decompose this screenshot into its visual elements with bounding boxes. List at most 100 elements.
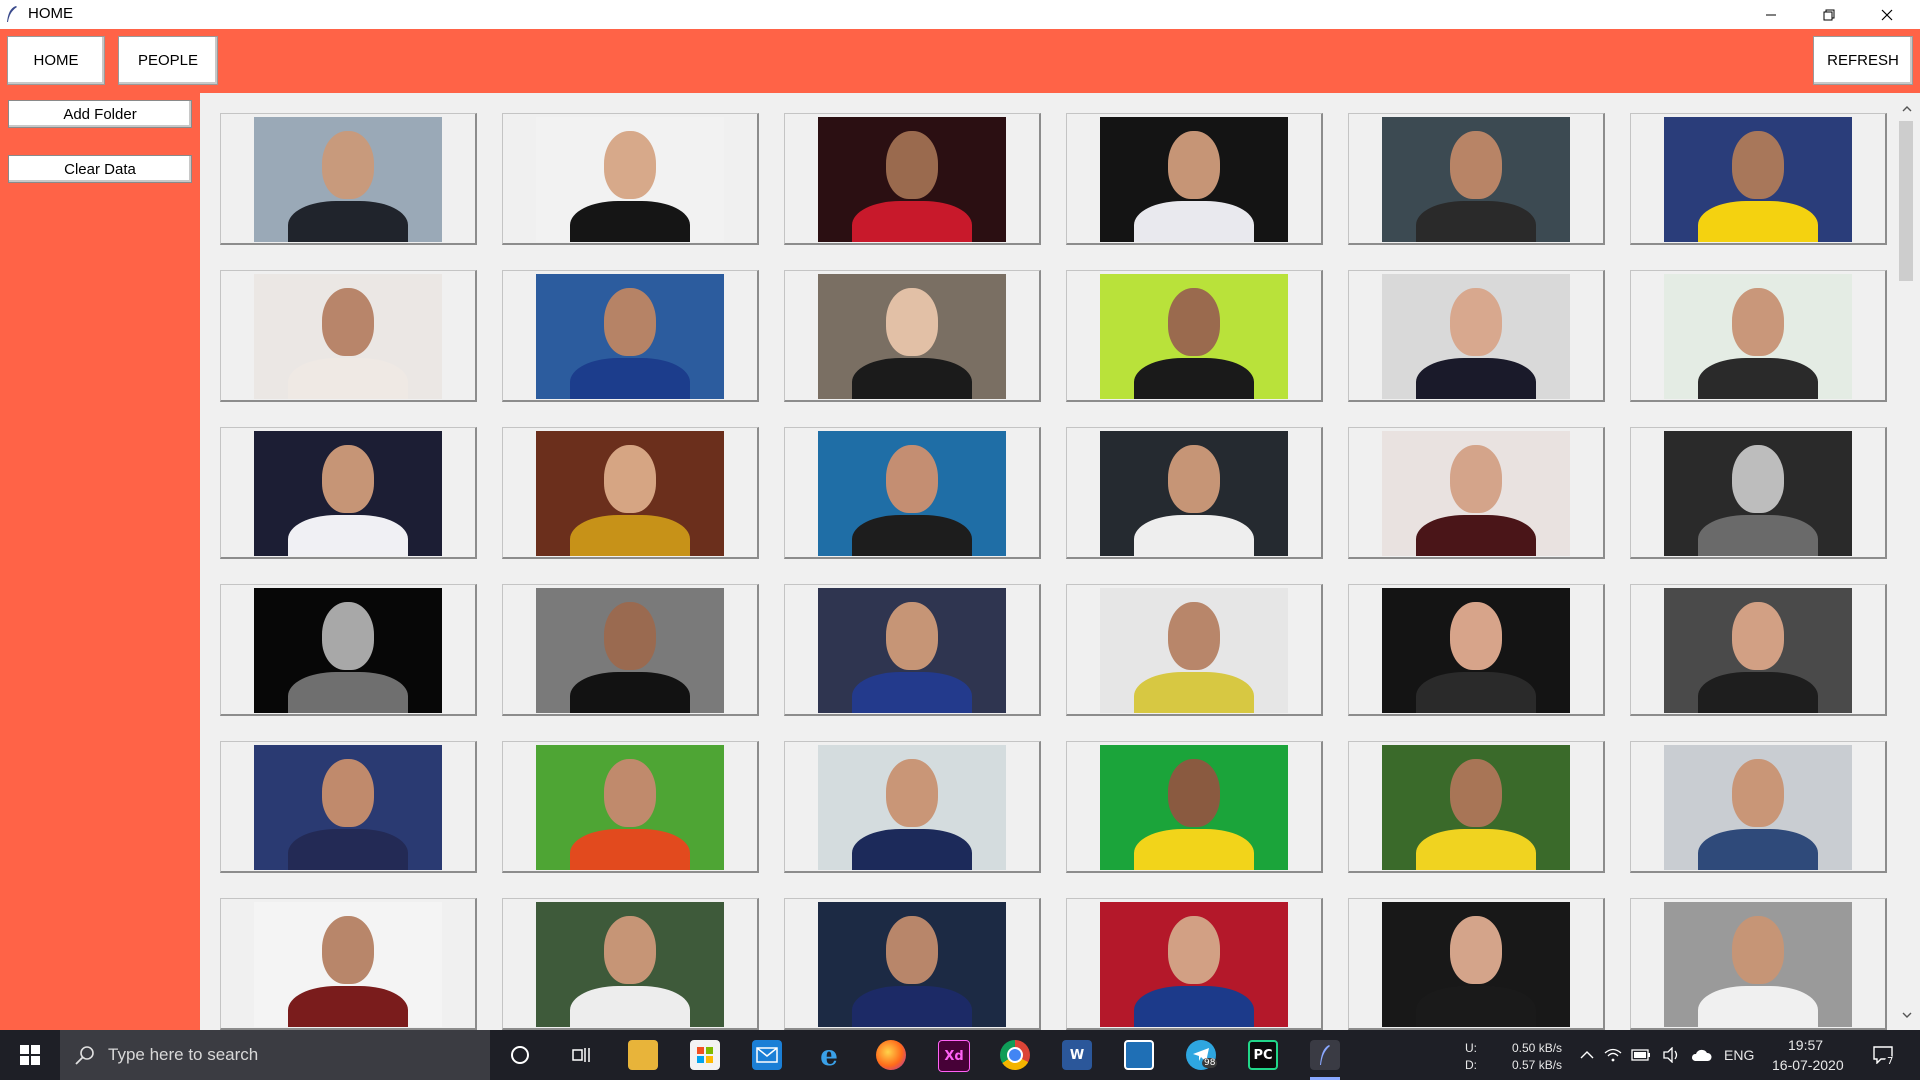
scroll-up-arrow[interactable] [1894,99,1920,119]
photo-tile[interactable] [1066,584,1323,716]
app-icon[interactable] [1124,1040,1154,1070]
photo-tile[interactable] [784,270,1041,402]
photo-tile[interactable] [220,898,477,1030]
photo-tile[interactable] [1348,427,1605,559]
person-photo [254,431,442,556]
photo-tile[interactable] [220,741,477,873]
photo-tile[interactable] [1348,741,1605,873]
photo-figure-body [1416,358,1536,399]
person-photo [536,274,724,399]
photo-tile[interactable] [502,898,759,1030]
photo-tile[interactable] [1066,741,1323,873]
active-app-feather-icon[interactable] [1310,1040,1340,1070]
photo-tile[interactable] [1630,270,1887,402]
person-photo [1664,117,1852,242]
close-button[interactable] [1858,0,1916,29]
photo-tile[interactable] [1630,427,1887,559]
telegram-icon[interactable]: 98 [1186,1040,1218,1070]
clock-time[interactable]: 19:57 [1788,1037,1823,1053]
photo-figure-body [1698,986,1818,1027]
photo-figure-head [1732,759,1784,827]
person-photo [254,588,442,713]
home-button[interactable]: HOME [7,36,105,85]
photo-tile[interactable] [1630,898,1887,1030]
photo-figure-head [1450,288,1502,356]
photo-figure-head [604,916,656,984]
language-indicator[interactable]: ENG [1724,1047,1754,1063]
adobe-xd-icon[interactable]: Xd [938,1040,970,1072]
close-icon [1881,9,1893,20]
task-view-icon[interactable] [566,1040,596,1070]
notification-center-icon[interactable]: 7 [1868,1040,1898,1070]
battery-icon[interactable] [1626,1040,1656,1070]
photo-tile[interactable] [502,427,759,559]
person-photo [818,274,1006,399]
photo-tile[interactable] [1348,270,1605,402]
photo-figure-body [288,201,408,242]
mail-icon[interactable] [752,1040,782,1070]
microsoft-store-icon[interactable] [690,1040,720,1070]
person-photo [818,588,1006,713]
file-explorer-icon[interactable] [628,1040,658,1070]
person-photo [1664,431,1852,556]
photo-figure-body [570,672,690,713]
clock-date[interactable]: 16-07-2020 [1772,1057,1844,1073]
photo-tile[interactable] [784,427,1041,559]
firefox-icon[interactable] [876,1040,906,1070]
vertical-scrollbar[interactable] [1894,93,1920,1030]
search-placeholder: Type here to search [108,1045,259,1064]
scroll-thumb[interactable] [1899,121,1913,281]
photo-figure-body [570,358,690,399]
photo-tile[interactable] [502,270,759,402]
refresh-button[interactable]: REFRESH [1813,36,1913,85]
person-photo [1100,745,1288,870]
photo-figure-body [288,672,408,713]
wifi-icon[interactable] [1598,1040,1628,1070]
minimize-button[interactable] [1742,0,1800,29]
photo-tile[interactable] [220,584,477,716]
photo-tile[interactable] [220,427,477,559]
photo-tile[interactable] [1630,584,1887,716]
photo-figure-head [886,445,938,513]
photo-tile[interactable] [1630,741,1887,873]
photo-figure-head [604,445,656,513]
photo-tile[interactable] [784,741,1041,873]
people-button[interactable]: PEOPLE [118,36,218,85]
photo-tile[interactable] [502,113,759,245]
photo-figure-head [1168,916,1220,984]
restore-button[interactable] [1800,0,1858,29]
photo-figure-body [1134,515,1254,556]
add-folder-button[interactable]: Add Folder [8,100,192,128]
photo-tile[interactable] [502,741,759,873]
cortana-icon[interactable] [505,1040,535,1070]
photo-tile[interactable] [1348,898,1605,1030]
photo-tile[interactable] [1066,113,1323,245]
photo-tile[interactable] [1066,898,1323,1030]
photo-figure-body [1698,672,1818,713]
clear-data-button[interactable]: Clear Data [8,155,192,183]
volume-icon[interactable] [1656,1040,1686,1070]
internet-explorer-icon[interactable]: e [814,1039,844,1072]
taskbar-search-box[interactable]: Type here to search [60,1030,490,1080]
pycharm-icon[interactable]: PC [1248,1040,1278,1070]
photo-tile[interactable] [1348,113,1605,245]
photo-figure-body [1416,986,1536,1027]
photo-tile[interactable] [220,270,477,402]
onedrive-cloud-icon[interactable] [1686,1040,1716,1070]
photo-tile[interactable] [1348,584,1605,716]
photo-tile[interactable] [784,898,1041,1030]
start-button[interactable] [0,1030,60,1080]
photo-tile[interactable] [502,584,759,716]
photo-figure-head [604,602,656,670]
photo-tile[interactable] [1066,427,1323,559]
photo-tile[interactable] [784,584,1041,716]
chrome-icon[interactable] [1000,1040,1030,1070]
photo-tile[interactable] [220,113,477,245]
word-icon[interactable]: W [1062,1040,1092,1070]
scroll-down-arrow[interactable] [1894,1005,1920,1025]
photo-tile[interactable] [1066,270,1323,402]
photo-tile[interactable] [784,113,1041,245]
person-photo [1382,745,1570,870]
telegram-badge: 98 [1202,1058,1218,1068]
photo-tile[interactable] [1630,113,1887,245]
